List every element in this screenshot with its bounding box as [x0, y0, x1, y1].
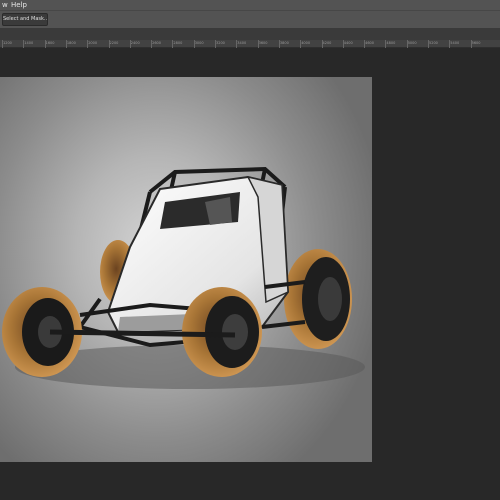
ruler-label: 5400 [450, 41, 460, 45]
ruler-label: 3400 [237, 41, 247, 45]
ruler-label: 1800 [66, 41, 76, 45]
ruler-label: 2400 [130, 41, 140, 45]
sprint-car-illustration [2, 166, 365, 389]
horizontal-ruler: 1200 1400 1600 1800 2000 2200 2400 2600 2800 3000… [0, 40, 500, 48]
ruler-label: 3800 [279, 41, 289, 45]
options-bar: Select and Mask... [0, 10, 500, 28]
ruler-label: 2200 [109, 41, 119, 45]
ruler-label: 3000 [194, 41, 204, 45]
ruler-label: 5600 [471, 41, 481, 45]
menu-item-view[interactable]: w [2, 0, 8, 10]
ruler-label: 4800 [386, 41, 396, 45]
ruler-label: 1600 [45, 41, 55, 45]
ruler-label: 4400 [343, 41, 353, 45]
menu-bar: w Help [0, 0, 500, 10]
ruler-label: 4600 [365, 41, 375, 45]
document-canvas[interactable] [0, 77, 372, 462]
select-and-mask-button[interactable]: Select and Mask... [2, 13, 48, 26]
ruler-label: 2600 [152, 41, 162, 45]
ruler-label: 4200 [322, 41, 332, 45]
ruler-label: 4000 [301, 41, 311, 45]
document-tab-strip [0, 28, 500, 40]
ruler-label: 5200 [429, 41, 438, 45]
ruler-label: 1200 [3, 41, 12, 45]
front-axle [49, 329, 236, 338]
ruler-label: 5000 [407, 41, 417, 45]
menu-item-help[interactable]: Help [11, 0, 27, 10]
ruler-label: 2800 [173, 41, 183, 45]
ruler-label: 2000 [88, 41, 98, 45]
rear-right-tire [284, 249, 352, 349]
ruler-label: 1400 [24, 41, 34, 45]
ruler-label: 3600 [258, 41, 268, 45]
ruler-label: 3200 [216, 41, 225, 45]
